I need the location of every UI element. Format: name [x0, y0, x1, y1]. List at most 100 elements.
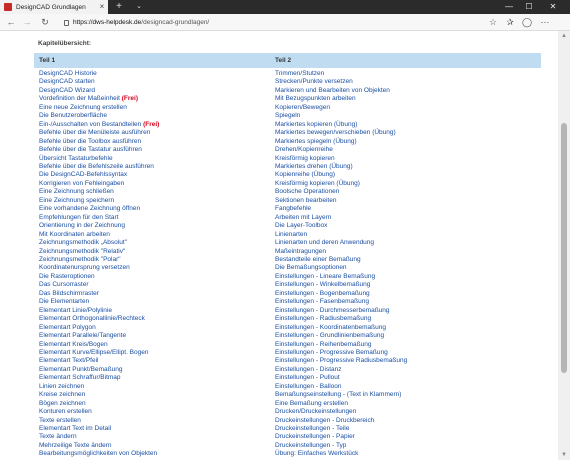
vertical-scrollbar[interactable]: ▲ ▼ — [558, 31, 570, 460]
chapter-part1-link[interactable]: Befehle über die Befehlszeile ausführen — [39, 163, 159, 171]
chapter-part1-link[interactable]: Die Benutzeroberfläche — [39, 112, 159, 120]
profile-icon[interactable]: ◯ — [520, 14, 534, 31]
chapter-part2-link[interactable]: Druckeinstellungen - Druckbereich — [275, 417, 407, 425]
chapter-part2-link[interactable]: Einstellungen - Reihenbemaßung — [275, 341, 407, 349]
chapter-part2-link[interactable]: Kopieren/Bewegen — [275, 104, 407, 112]
chapter-part1-link[interactable]: DesignCAD Historie — [39, 70, 159, 78]
chapter-part1-link[interactable]: Das Bildschirmraster — [39, 290, 159, 298]
chapter-part2-link[interactable]: Strecken/Punkte versetzen — [275, 78, 407, 86]
chapter-part1-link[interactable]: Das Cursorraster — [39, 281, 159, 289]
chapter-part2-link[interactable]: Einstellungen - Durchmesserbemaßung — [275, 307, 407, 315]
chapter-part2-link[interactable]: Markiertes kopieren (Übung) — [275, 121, 407, 129]
chapter-part2-link[interactable]: Einstellungen - Bogenbemaßung — [275, 290, 407, 298]
chapter-part1-link[interactable]: Elementart Kurve/Ellipse/Ellipt. Bogen — [39, 349, 159, 357]
chapter-part2-link[interactable]: Die Bemaßungsoptionen — [275, 264, 407, 272]
chapter-part2-link[interactable]: Sektionen bearbeiten — [275, 197, 407, 205]
reload-icon[interactable]: ↻ — [38, 14, 52, 31]
chapter-part1-link[interactable]: Elementart Text/Pfeil — [39, 357, 159, 365]
chapter-part1-link[interactable]: Zeichnungsmethodik „Absolut" — [39, 239, 159, 247]
browser-tab[interactable]: DesignCAD Grundlagen × — [0, 0, 108, 14]
chapter-part2-link[interactable]: Markiertes spiegeln (Übung) — [275, 138, 407, 146]
back-arrow-icon[interactable]: ← — [4, 14, 18, 31]
chapter-part2-link[interactable]: Druckeinstellungen - Papier — [275, 433, 407, 441]
chapter-part2-link[interactable]: Die Layer-Toolbox — [275, 222, 407, 230]
chapter-part1-link[interactable]: Elementart Punkt/Bemaßung — [39, 366, 159, 374]
chapter-part2-link[interactable]: Bemaßungseinstellung - (Text in Klammern… — [275, 391, 407, 399]
chapter-part1-link[interactable]: Orientierung in der Zeichnung — [39, 222, 159, 230]
chapter-part1-link[interactable]: Texte ändern — [39, 433, 159, 441]
chapter-part2-link[interactable]: Einstellungen - Balloon — [275, 383, 407, 391]
tab-close-icon[interactable]: × — [96, 0, 108, 14]
chapter-part2-link[interactable]: Einstellungen - Pullout — [275, 374, 407, 382]
chapter-part2-link[interactable]: Kreisförmig kopieren (Übung) — [275, 180, 407, 188]
chapter-part1-link[interactable]: Befehle über die Toolbox ausführen — [39, 138, 159, 146]
chapter-part1-link[interactable]: Die DesignCAD-Befehlssyntax — [39, 171, 159, 179]
chapter-part1-link[interactable]: Elementart Schraffur/Bitmap — [39, 374, 159, 382]
scrollbar-thumb[interactable] — [561, 123, 567, 373]
chapter-part2-link[interactable]: Markieren und Bearbeiten von Objekten — [275, 87, 407, 95]
chapter-part1-link[interactable]: Elementart Kreis/Bogen — [39, 341, 159, 349]
chapter-part1-link[interactable]: Vordefinition der Maßeinheit (Frei) — [39, 95, 159, 103]
chapter-part1-link[interactable]: Konturen erstellen — [39, 408, 159, 416]
chapter-part1-link[interactable]: DesignCAD Wizard — [39, 87, 159, 95]
minimize-button[interactable]: — — [500, 0, 518, 14]
chapter-part1-link[interactable]: Texte erstellen — [39, 417, 159, 425]
scroll-down-icon[interactable]: ▼ — [558, 450, 570, 460]
chapter-part1-link[interactable]: Übersicht Tastaturbefehle — [39, 155, 159, 163]
chapter-part2-link[interactable]: Arbeiten mit Layern — [275, 214, 407, 222]
chapter-part2-link[interactable]: Einstellungen - Koordinatenbemaßung — [275, 324, 407, 332]
chapter-part2-link[interactable]: Linienarten und deren Anwendung — [275, 239, 407, 247]
new-tab-button[interactable]: + — [112, 0, 126, 14]
tab-menu-chevron-icon[interactable]: ⌄ — [132, 0, 146, 14]
chapter-part1-link[interactable]: Eine Zeichnung speichern — [39, 197, 159, 205]
chapter-part2-link[interactable]: Eine Bemaßung erstellen — [275, 400, 407, 408]
chapter-part2-link[interactable]: Kopienreihe (Übung) — [275, 171, 407, 179]
maximize-button[interactable]: ☐ — [520, 0, 538, 14]
chapter-part1-link[interactable]: Mehrzeilige Texte ändern — [39, 442, 159, 450]
chapter-part2-link[interactable]: Einstellungen - Winkelbemaßung — [275, 281, 407, 289]
chapter-part2-link[interactable]: Einstellungen - Lineare Bemaßung — [275, 273, 407, 281]
chapter-part2-link[interactable]: Druckeinstellungen - Teile — [275, 425, 407, 433]
chapter-part1-link[interactable]: Zeichnungsmethodik "Relativ" — [39, 248, 159, 256]
chapter-part1-link[interactable]: Befehle über die Menüleiste ausführen — [39, 129, 159, 137]
chapter-part2-link[interactable]: Fangbefehle — [275, 205, 407, 213]
chapter-part2-link[interactable]: Einstellungen - Progressive Bemaßung — [275, 349, 407, 357]
chapter-part2-link[interactable]: Übung: Einfaches Werkstück — [275, 450, 407, 458]
chapter-part1-link[interactable]: Befehle über die Tastatur ausführen — [39, 146, 159, 154]
chapter-part2-link[interactable]: Boolsche Operationen — [275, 188, 407, 196]
chapter-part1-link[interactable]: Elementart Text im Detail — [39, 425, 159, 433]
close-window-button[interactable]: ✕ — [544, 0, 562, 14]
chapter-part1-link[interactable]: Eine vorhandene Zeichnung öffnen — [39, 205, 159, 213]
chapter-part2-link[interactable]: Drehen/Kopienreihe — [275, 146, 407, 154]
chapter-part1-link[interactable]: Zeichnungsmethodik "Polar" — [39, 256, 159, 264]
scroll-up-icon[interactable]: ▲ — [558, 31, 570, 41]
chapter-part1-link[interactable]: Kreise zeichnen — [39, 391, 159, 399]
chapter-part1-link[interactable]: Elementart Linie/Polylinie — [39, 307, 159, 315]
chapter-part2-link[interactable]: Linienarten — [275, 231, 407, 239]
chapter-part2-link[interactable]: Einstellungen - Progressive Radiusbemaßu… — [275, 357, 407, 365]
chapter-part1-link[interactable]: DesignCAD starten — [39, 78, 159, 86]
chapter-part2-link[interactable]: Einstellungen - Grundlinienbemaßung — [275, 332, 407, 340]
chapter-part1-link[interactable]: Eine neue Zeichnung erstellen — [39, 104, 159, 112]
chapter-part1-link[interactable]: Mit Koordinaten arbeiten — [39, 231, 159, 239]
chapter-part2-link[interactable]: Trimmen/Stutzen — [275, 70, 407, 78]
chapter-part1-link[interactable]: Die Rasteroptionen — [39, 273, 159, 281]
chapter-part2-link[interactable]: Markiertes bewegen/verschieben (Übung) — [275, 129, 407, 137]
chapter-part1-link[interactable]: Linien zeichnen — [39, 383, 159, 391]
chapter-part1-link[interactable]: Elementart Polygon — [39, 324, 159, 332]
chapter-part2-link[interactable]: Bestandteile einer Bemaßung — [275, 256, 407, 264]
chapter-part2-link[interactable]: Einstellungen - Radiusbemaßung — [275, 315, 407, 323]
chapter-part1-link[interactable]: Elementart Parallele/Tangente — [39, 332, 159, 340]
forward-arrow-icon[interactable]: → — [20, 14, 34, 31]
chapter-part1-link[interactable]: Korrigieren von Fehleingaben — [39, 180, 159, 188]
chapter-part1-link[interactable]: Ein-/Ausschalten von Bestandteilen (Frei… — [39, 121, 159, 129]
favorites-icon[interactable]: ✰ — [503, 14, 517, 31]
chapter-part1-link[interactable]: Elementart Orthogonallinie/Rechteck — [39, 315, 159, 323]
chapter-part2-link[interactable]: Einstellungen - Distanz — [275, 366, 407, 374]
more-icon[interactable]: ⋯ — [538, 14, 552, 31]
url-field[interactable]: https://dws-helpdesk.de/designcad-grundl… — [64, 17, 484, 28]
chapter-part1-link[interactable]: Eine Zeichnung schließen — [39, 188, 159, 196]
chapter-part2-link[interactable]: Mit Bezugspunkten arbeiten — [275, 95, 407, 103]
chapter-part2-link[interactable]: Maßeintragungen — [275, 248, 407, 256]
star-icon[interactable]: ☆ — [486, 14, 500, 31]
